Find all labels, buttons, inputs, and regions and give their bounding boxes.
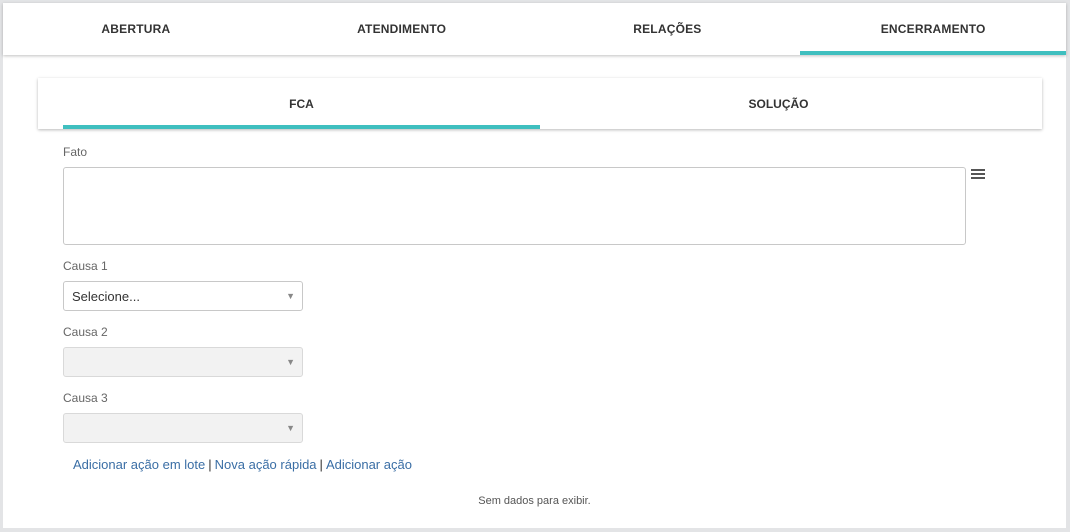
causa1-label: Causa 1 bbox=[63, 259, 108, 273]
hamburger-menu-icon[interactable] bbox=[971, 169, 985, 181]
link-separator: | bbox=[319, 457, 323, 472]
causa2-label: Causa 2 bbox=[63, 325, 108, 339]
empty-state-message: Sem dados para exibir. bbox=[478, 495, 591, 507]
add-batch-action-link[interactable]: Adicionar ação em lote bbox=[73, 457, 205, 472]
tab-atendimento[interactable]: ATENDIMENTO bbox=[269, 3, 535, 55]
tab-content: FCA SOLUÇÃO Fato Causa 1 Selecione... ▼ … bbox=[3, 55, 1066, 528]
tab-label: ENCERRAMENTO bbox=[880, 22, 986, 36]
quick-action-link[interactable]: Nova ação rápida bbox=[215, 457, 317, 472]
subtab-label: FCA bbox=[289, 96, 314, 111]
caret-down-icon: ▼ bbox=[286, 357, 295, 367]
tab-label: RELAÇÕES bbox=[633, 22, 702, 36]
subtab-fca[interactable]: FCA bbox=[63, 78, 540, 129]
causa3-label: Causa 3 bbox=[63, 391, 108, 405]
causa3-select[interactable]: ▼ bbox=[63, 413, 303, 443]
tab-abertura[interactable]: ABERTURA bbox=[3, 3, 269, 55]
fato-textarea[interactable] bbox=[63, 167, 966, 245]
subtab-solucao[interactable]: SOLUÇÃO bbox=[540, 78, 1017, 129]
causa1-selected-value: Selecione... bbox=[72, 288, 140, 304]
tab-encerramento[interactable]: ENCERRAMENTO bbox=[800, 3, 1066, 55]
causa1-select[interactable]: Selecione... ▼ bbox=[63, 281, 303, 311]
subtab-label: SOLUÇÃO bbox=[748, 96, 809, 111]
action-links: Adicionar ação em lote | Nova ação rápida |… bbox=[73, 457, 412, 472]
sub-tab-bar: FCA SOLUÇÃO bbox=[38, 78, 1042, 129]
add-action-link[interactable]: Adicionar ação bbox=[326, 457, 412, 472]
caret-down-icon: ▼ bbox=[286, 291, 295, 301]
tab-relacoes[interactable]: RELAÇÕES bbox=[535, 3, 801, 55]
caret-down-icon: ▼ bbox=[286, 423, 295, 433]
fato-label: Fato bbox=[63, 145, 88, 159]
tab-label: ABERTURA bbox=[101, 22, 171, 36]
link-separator: | bbox=[208, 457, 212, 472]
causa2-select[interactable]: ▼ bbox=[63, 347, 303, 377]
app-frame: ABERTURA ATENDIMENTO RELAÇÕES ENCERRAMEN… bbox=[3, 3, 1066, 528]
tab-label: ATENDIMENTO bbox=[357, 22, 447, 36]
main-tab-bar: ABERTURA ATENDIMENTO RELAÇÕES ENCERRAMEN… bbox=[3, 3, 1066, 55]
